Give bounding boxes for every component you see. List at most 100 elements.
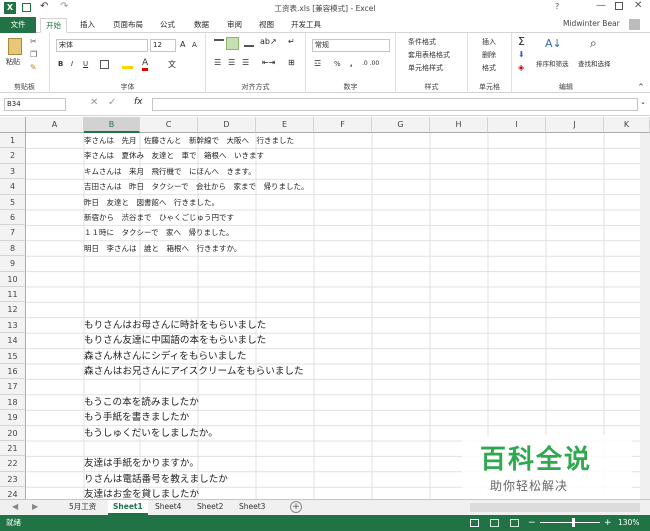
name-box[interactable]: B34 <box>4 98 66 111</box>
grow-font-icon[interactable]: A <box>180 40 185 49</box>
phonetic-icon[interactable]: 文 <box>168 59 176 70</box>
zoom-in-icon[interactable]: + <box>604 515 612 531</box>
row-header[interactable]: 7 <box>0 225 26 241</box>
cell-text[interactable]: １１時に タクシーで 家へ 帰りました。 <box>84 225 234 240</box>
row-header[interactable]: 23 <box>0 471 26 488</box>
user-avatar[interactable] <box>629 19 640 30</box>
row-header[interactable]: 15 <box>0 348 26 364</box>
row-header[interactable]: 17 <box>0 379 26 395</box>
row-header[interactable]: 24 <box>0 487 26 499</box>
font-name-select[interactable]: 宋体 <box>56 39 148 52</box>
sheet-tab-sheet2[interactable]: Sheet2 <box>192 500 228 515</box>
row-header[interactable]: 4 <box>0 179 26 195</box>
add-sheet-icon[interactable]: + <box>290 501 302 513</box>
percent-button[interactable]: % <box>334 60 341 68</box>
decimal-icon[interactable]: .0 .00 <box>362 60 379 67</box>
page-break-view-icon[interactable] <box>510 519 519 527</box>
horizontal-scrollbar[interactable] <box>470 503 640 512</box>
sheet-tab-sheet3[interactable]: Sheet3 <box>234 500 270 515</box>
comma-button[interactable]: , <box>350 60 353 68</box>
cell-text[interactable]: もうしゅくだいをしましたか。 <box>84 426 218 441</box>
cell-text[interactable]: 新宿から 渋谷まで ひゃくごじゅう円です <box>84 210 234 225</box>
italic-button[interactable]: I <box>71 60 73 68</box>
tab-developer[interactable]: 开发工具 <box>286 18 326 33</box>
underline-button[interactable]: U <box>83 60 88 68</box>
zoom-level[interactable]: 130% <box>618 515 639 531</box>
format-cells-button[interactable]: 格式 <box>482 63 496 73</box>
column-header-d[interactable]: D <box>198 117 256 133</box>
spreadsheet-grid[interactable]: A B C D E F G H I J K 1 2 3 4 5 6 7 8 9 10 11 12 13 1… <box>0 117 650 499</box>
sort-filter-icon[interactable]: A↓ <box>545 37 562 50</box>
row-header[interactable]: 11 <box>0 287 26 303</box>
expand-formula-icon[interactable]: ⌄ <box>640 98 646 106</box>
zoom-slider[interactable] <box>540 522 600 523</box>
column-header-h[interactable]: H <box>430 117 488 133</box>
collapse-ribbon-icon[interactable]: ^ <box>638 83 644 91</box>
cell-text[interactable]: 友達はお金を貸しましたか <box>84 487 199 499</box>
formula-input[interactable] <box>152 98 638 111</box>
row-header[interactable]: 21 <box>0 441 26 457</box>
insert-cells-button[interactable]: 插入 <box>482 37 496 47</box>
align-bottom-icon[interactable] <box>244 39 254 47</box>
merge-icon[interactable]: ⊞ <box>288 58 295 67</box>
cell-text[interactable]: 李さんは 夏休み 友達と 車で 箱根へ いきます <box>84 148 264 163</box>
enter-icon[interactable]: ✓ <box>108 97 116 108</box>
row-header[interactable]: 22 <box>0 456 26 472</box>
insert-function-icon[interactable]: fx <box>134 97 143 107</box>
help-icon[interactable]: ? <box>555 2 559 11</box>
cell-text[interactable]: 明日 李さんは 誰と 箱根へ 行きますか。 <box>84 241 241 256</box>
tab-review[interactable]: 审阅 <box>222 18 247 33</box>
column-header-a[interactable]: A <box>26 117 84 133</box>
clear-icon[interactable]: ◈ <box>518 63 524 72</box>
row-header[interactable]: 1 <box>0 133 26 149</box>
cell-text[interactable]: 友達は手紙をかりますか。 <box>84 456 199 471</box>
row-header[interactable]: 20 <box>0 425 26 441</box>
row-header[interactable]: 8 <box>0 240 26 257</box>
tab-insert[interactable]: 插入 <box>75 18 100 33</box>
row-header[interactable]: 13 <box>0 317 26 334</box>
tab-formulas[interactable]: 公式 <box>155 18 180 33</box>
autosum-icon[interactable]: Σ <box>518 35 525 48</box>
tab-home[interactable]: 开始 <box>40 18 67 33</box>
row-header[interactable]: 5 <box>0 194 26 210</box>
cell-text[interactable]: 昨日 友達と 図書館へ 行きました。 <box>84 195 219 210</box>
cell-text[interactable]: 李さんは 先月 佐藤さんと 新幹線で 大阪へ 行きました <box>84 133 294 148</box>
next-sheet-icon[interactable]: ▶ <box>32 502 38 511</box>
column-header-g[interactable]: G <box>372 117 430 133</box>
cell-text[interactable]: もりさんはお母さんに時計をもらいました <box>84 318 266 333</box>
indent-icon[interactable]: ⇤⇥ <box>262 58 275 67</box>
row-header[interactable]: 3 <box>0 163 26 180</box>
column-header-b[interactable]: B <box>84 117 140 133</box>
zoom-slider-thumb[interactable] <box>572 518 575 527</box>
delete-cells-button[interactable]: 删除 <box>482 50 496 60</box>
cut-icon[interactable]: ✂ <box>30 37 37 46</box>
cell-text[interactable]: 吉田さんは 昨日 タクシーで 会社から 家まで 帰りました。 <box>84 179 309 194</box>
prev-sheet-icon[interactable]: ◀ <box>12 502 18 511</box>
vertical-scrollbar[interactable] <box>640 133 650 499</box>
row-header[interactable]: 6 <box>0 210 26 226</box>
column-header-e[interactable]: E <box>256 117 314 133</box>
align-right-icon[interactable]: ☰ <box>242 58 249 67</box>
sort-filter-button[interactable]: 排序和筛选 <box>536 58 569 68</box>
number-format-select[interactable]: 常规 <box>312 39 390 52</box>
paste-icon[interactable] <box>8 38 22 55</box>
sheet-tab-sheet1[interactable]: Sheet1 <box>108 500 148 515</box>
cell-text[interactable]: もりさん友達に中国語の本をもらいました <box>84 333 266 348</box>
close-icon[interactable]: ✕ <box>634 0 642 11</box>
bold-button[interactable]: B <box>58 60 63 68</box>
font-size-select[interactable]: 12 <box>150 39 176 52</box>
align-left-icon[interactable]: ☰ <box>214 58 221 67</box>
sheet-tab-sheet4[interactable]: Sheet4 <box>150 500 186 515</box>
paste-button[interactable]: 粘贴 <box>6 57 20 67</box>
conditional-format-button[interactable]: 条件格式 <box>408 37 436 47</box>
format-painter-icon[interactable]: ✎ <box>30 63 37 72</box>
wrap-text-icon[interactable]: ↵ <box>288 37 295 46</box>
orientation-icon[interactable]: ab↗ <box>260 37 277 46</box>
tab-data[interactable]: 数据 <box>189 18 214 33</box>
restore-icon[interactable] <box>615 2 623 10</box>
align-middle-icon[interactable] <box>226 37 239 50</box>
minimize-icon[interactable]: — <box>596 0 606 11</box>
font-color-icon[interactable]: A <box>142 58 149 71</box>
row-header[interactable]: 10 <box>0 271 26 287</box>
page-layout-view-icon[interactable] <box>490 519 499 527</box>
